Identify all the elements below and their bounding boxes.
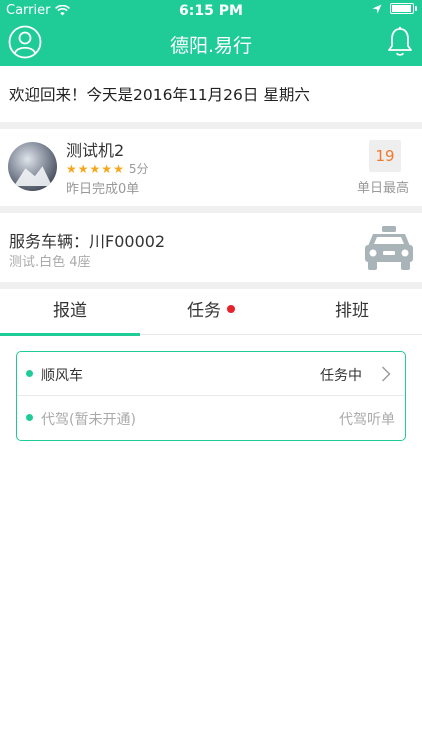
welcome-text: 欢迎回来！今天是2016年11月26日 星期六 xyxy=(9,86,310,104)
chevron-right-icon xyxy=(382,366,391,382)
section-divider xyxy=(0,282,422,289)
welcome-banner: 欢迎回来！今天是2016年11月26日 星期六 xyxy=(0,66,422,122)
nav-bar: 德阳.易行 xyxy=(0,22,422,66)
tab-bar: 报道 任务 排班 xyxy=(0,289,422,336)
tab-divider xyxy=(140,334,422,335)
active-tab-indicator xyxy=(0,333,140,336)
service-row-designated-driver[interactable]: 代驾(暂未开通) 代驾听单 xyxy=(17,396,404,440)
yesterday-orders: 昨日完成0单 xyxy=(66,182,140,197)
star-icon: ★ xyxy=(101,161,113,176)
tab-task-label: 任务 xyxy=(187,301,221,321)
daily-record-value: 19 xyxy=(369,140,401,172)
taxi-icon xyxy=(365,226,413,270)
header-bar: Carrier 6:15 PM 德阳.易行 xyxy=(0,0,422,66)
tab-schedule-label: 排班 xyxy=(335,301,369,321)
star-icon: ★ xyxy=(66,161,77,176)
rating-score: 5分 xyxy=(128,162,149,176)
service-status: 代驾听单 xyxy=(339,412,395,428)
vehicle-plate: 服务车辆：川F00002 xyxy=(9,232,166,251)
section-divider xyxy=(0,206,422,213)
daily-record-label: 单日最高 xyxy=(357,181,410,196)
star-icon: ★ xyxy=(89,161,101,176)
notification-bell-icon[interactable] xyxy=(386,26,414,58)
notification-dot xyxy=(227,305,235,313)
location-arrow-icon xyxy=(372,4,382,13)
tab-report-label: 报道 xyxy=(53,301,87,321)
tab-schedule[interactable]: 排班 xyxy=(282,289,422,335)
service-status: 任务中 xyxy=(320,368,362,384)
vehicle-details: 测试.白色 4座 xyxy=(9,255,91,270)
driver-info-card: 测试机2 ★ ★ ★ ★ ★ 5分 昨日完成0单 19 单日最高 xyxy=(0,129,422,206)
star-icon: ★ xyxy=(77,161,89,176)
service-name: 代驾(暂未开通) xyxy=(41,412,136,428)
battery-icon xyxy=(390,3,417,14)
status-dot xyxy=(26,414,33,421)
driver-rating: ★ ★ ★ ★ ★ 5分 xyxy=(66,160,148,177)
status-bar: Carrier 6:15 PM xyxy=(0,0,422,22)
driver-avatar xyxy=(8,142,57,191)
page-title: 德阳.易行 xyxy=(169,35,253,57)
star-icon: ★ xyxy=(113,161,124,176)
service-name: 顺风车 xyxy=(41,368,83,384)
vehicle-info-card: 服务车辆：川F00002 测试.白色 4座 xyxy=(0,213,422,282)
clock: 6:15 PM xyxy=(179,3,243,19)
tab-report[interactable]: 报道 xyxy=(0,289,140,335)
service-row-carpool[interactable]: 顺风车 任务中 xyxy=(17,352,404,396)
tab-task[interactable]: 任务 xyxy=(141,289,281,335)
driver-name: 测试机2 xyxy=(66,141,125,160)
status-dot xyxy=(26,370,33,377)
section-divider xyxy=(0,122,422,129)
service-list: 顺风车 任务中 代驾(暂未开通) 代驾听单 xyxy=(16,351,406,441)
